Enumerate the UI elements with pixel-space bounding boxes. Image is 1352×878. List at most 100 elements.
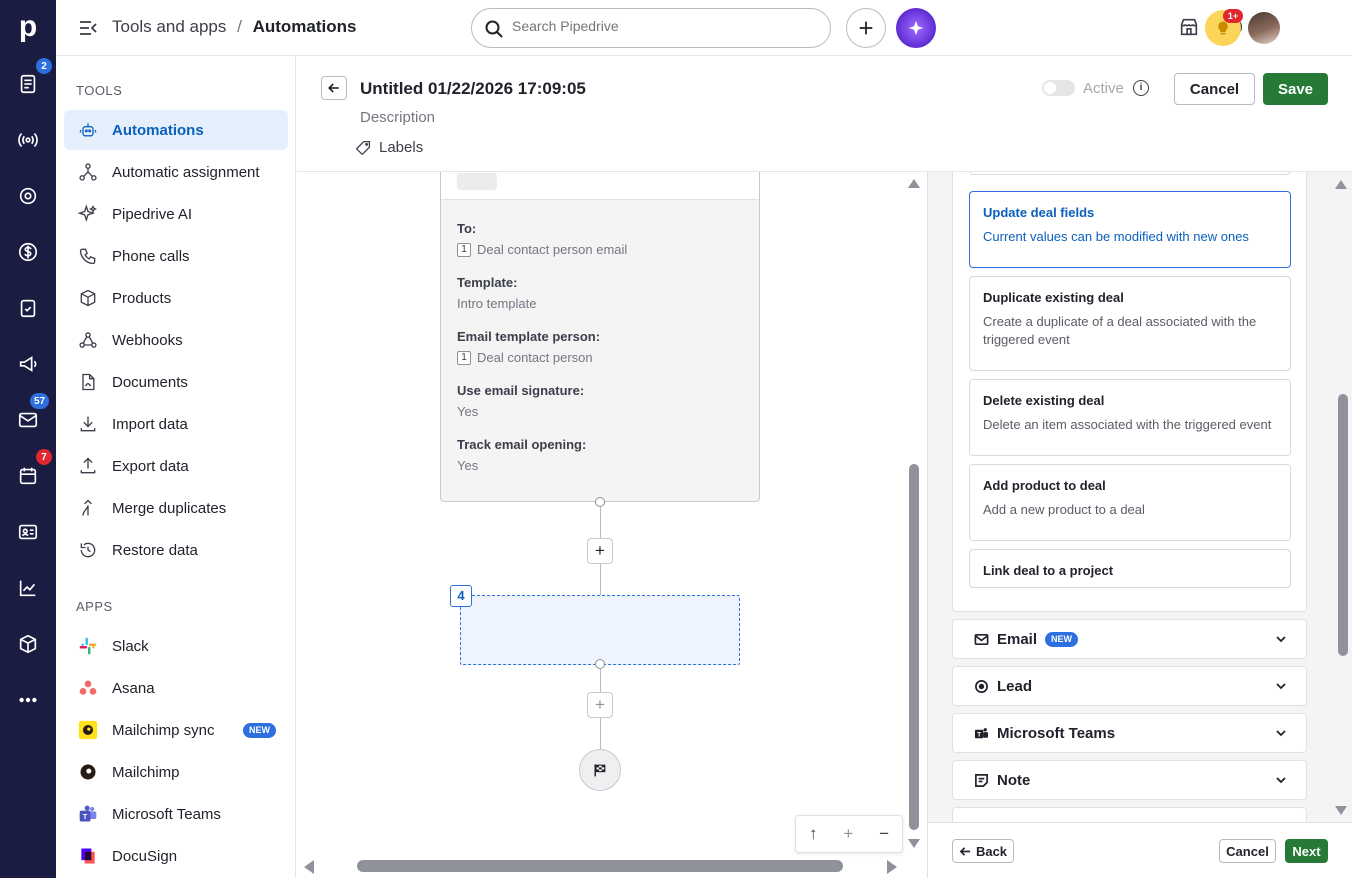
sidebar-item-pipedrive-ai[interactable]: Pipedrive AI: [64, 194, 288, 234]
ai-assistant-button[interactable]: [896, 8, 936, 48]
step-ref-badge: 1: [457, 350, 471, 365]
group-email[interactable]: Email NEW: [952, 619, 1307, 659]
sidebar-item-export-data[interactable]: Export data: [64, 446, 288, 486]
deal-actions-group: Update deal fields Current values can be…: [952, 172, 1307, 612]
action-card-update-deal-fields[interactable]: Update deal fields Current values can be…: [969, 191, 1291, 268]
back-text: Back: [975, 843, 1008, 859]
sidebar-item-label: Mailchimp: [112, 763, 180, 781]
add-step-button[interactable]: +: [587, 692, 613, 718]
contacts-icon[interactable]: [16, 520, 40, 544]
products-icon[interactable]: [16, 632, 40, 656]
sidebar-item-automatic-assignment[interactable]: Automatic assignment: [64, 152, 288, 192]
collapse-menu-icon[interactable]: [78, 18, 98, 38]
panel-cancel-button[interactable]: Cancel: [1219, 839, 1276, 863]
target-icon: [973, 678, 989, 694]
horizontal-scrollbar[interactable]: [357, 860, 843, 872]
template-label: Template:: [457, 275, 518, 290]
back-button[interactable]: [321, 76, 347, 100]
sidebar-item-asana[interactable]: Asana: [64, 668, 288, 708]
breadcrumb-current: Automations: [252, 17, 357, 36]
sidebar-item-documents[interactable]: Documents: [64, 362, 288, 402]
group-note[interactable]: Note: [952, 760, 1307, 800]
sidebar-item-docusign[interactable]: DocuSign: [64, 836, 288, 876]
zoom-out-button[interactable]: −: [879, 824, 889, 844]
sidebar-item-products[interactable]: Products: [64, 278, 288, 318]
scroll-left-arrow[interactable]: [304, 860, 314, 874]
sidebar-item-label: Pipedrive AI: [112, 205, 193, 223]
action-card-delete-deal[interactable]: Delete existing deal Delete an item asso…: [969, 379, 1291, 456]
target-icon[interactable]: [16, 184, 40, 208]
workflow-canvas[interactable]: To: 1 Deal contact person email Template…: [297, 172, 927, 878]
sidebar-item-slack[interactable]: Slack: [64, 626, 288, 666]
mail-icon[interactable]: [16, 408, 40, 432]
webhook-icon: [76, 328, 100, 352]
marketplace-icon[interactable]: [1178, 16, 1202, 40]
pipedrive-logo[interactable]: p: [14, 10, 42, 44]
save-button[interactable]: Save: [1263, 73, 1328, 105]
action-card-duplicate-deal[interactable]: Duplicate existing deal Create a duplica…: [969, 276, 1291, 371]
sidebar-item-restore-data[interactable]: Restore data: [64, 530, 288, 570]
robot-icon: [76, 118, 100, 142]
leads-icon[interactable]: [16, 72, 40, 96]
vertical-scrollbar[interactable]: [909, 464, 919, 830]
scroll-right-arrow[interactable]: [887, 860, 897, 874]
add-step-button[interactable]: +: [587, 538, 613, 564]
panel-scrollbar[interactable]: [1338, 394, 1348, 656]
cancel-button[interactable]: Cancel: [1174, 73, 1255, 105]
search-input[interactable]: [512, 18, 812, 34]
signature-label: Use email signature:: [457, 383, 585, 398]
mailchimp-icon: [76, 718, 100, 742]
group-label: Lead: [997, 677, 1033, 695]
sidebar-item-mailchimp[interactable]: Mailchimp: [64, 752, 288, 792]
action-card-partial[interactable]: [969, 172, 1291, 175]
action-card-link-project[interactable]: Link deal to a project: [969, 549, 1291, 588]
panel-next-button[interactable]: Next: [1285, 839, 1328, 863]
restore-icon: [76, 538, 100, 562]
description-field[interactable]: Description: [360, 109, 435, 126]
broadcast-icon[interactable]: [16, 128, 40, 152]
group-lead[interactable]: Lead: [952, 666, 1307, 706]
automation-title[interactable]: Untitled 01/22/2026 17:09:05: [360, 79, 586, 99]
labels-button[interactable]: Labels: [355, 139, 423, 156]
end-flag-node: [579, 749, 621, 791]
breadcrumb: Tools and apps / Automations: [112, 17, 356, 37]
panel-scroll-up-arrow[interactable]: [1335, 180, 1347, 189]
more-icon[interactable]: [16, 688, 40, 712]
insights-icon[interactable]: [16, 576, 40, 600]
dollar-icon[interactable]: [16, 240, 40, 264]
fit-view-button[interactable]: ↑: [809, 824, 818, 844]
sidebar-item-mailchimp-sync[interactable]: Mailchimp sync NEW: [64, 710, 288, 750]
sidebar-item-import-data[interactable]: Import data: [64, 404, 288, 444]
active-toggle[interactable]: [1042, 80, 1075, 96]
megaphone-icon[interactable]: [16, 352, 40, 376]
quick-add-button[interactable]: [846, 8, 886, 48]
avatar[interactable]: [1248, 12, 1280, 44]
sidebar-item-merge-duplicates[interactable]: Merge duplicates: [64, 488, 288, 528]
sidebar-item-webhooks[interactable]: Webhooks: [64, 320, 288, 360]
scroll-down-arrow[interactable]: [908, 839, 920, 848]
sidebar-item-automations[interactable]: Automations: [64, 110, 288, 150]
sidebar-item-label: Products: [112, 289, 172, 307]
sidebar-item-phone-calls[interactable]: Phone calls: [64, 236, 288, 276]
mailchimp-icon: [76, 760, 100, 784]
sparkle-icon: [76, 202, 100, 226]
panel-back-button[interactable]: Back: [952, 839, 1014, 863]
breadcrumb-parent[interactable]: Tools and apps: [112, 17, 226, 36]
action-card-add-product[interactable]: Add product to deal Add a new product to…: [969, 464, 1291, 541]
action-title: Add product to deal: [983, 478, 1106, 493]
calendar-icon[interactable]: [16, 464, 40, 488]
sidebar-item-label: Import data: [112, 415, 188, 433]
send-email-node[interactable]: To: 1 Deal contact person email Template…: [440, 172, 760, 502]
panel-scroll-down-arrow[interactable]: [1335, 806, 1347, 815]
tasks-icon[interactable]: [16, 296, 40, 320]
sidebar-item-microsoft-teams[interactable]: T Microsoft Teams: [64, 794, 288, 834]
zoom-in-button[interactable]: +: [843, 824, 853, 844]
note-icon: [973, 772, 989, 788]
scroll-up-arrow[interactable]: [908, 179, 920, 188]
new-step-placeholder[interactable]: [460, 595, 740, 665]
group-microsoft-teams[interactable]: T Microsoft Teams: [952, 713, 1307, 753]
action-title: Update deal fields: [983, 205, 1095, 220]
info-icon[interactable]: i: [1133, 80, 1149, 96]
step-number-badge: 4: [450, 585, 472, 607]
search-box[interactable]: [471, 8, 831, 48]
